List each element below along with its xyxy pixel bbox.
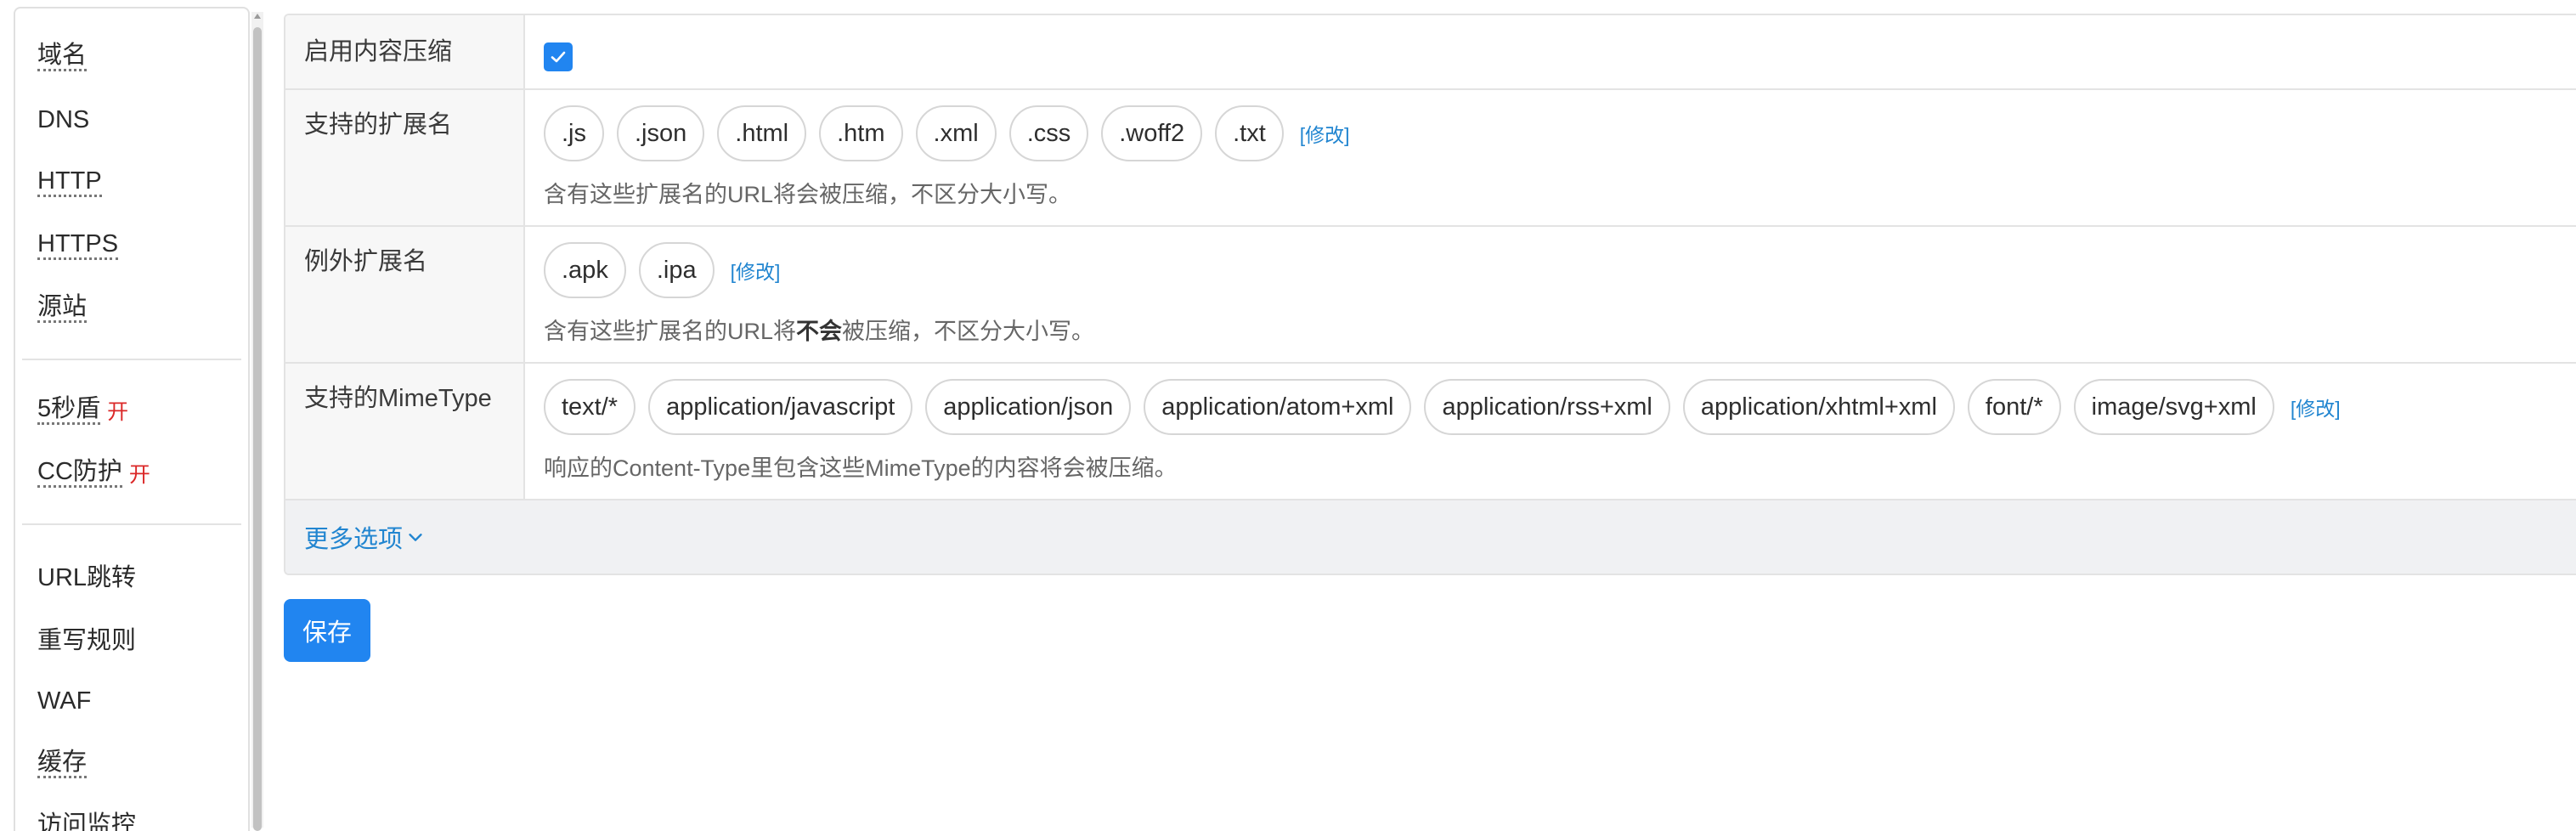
- row-mimetypes: 支持的MimeType text/* application/javascrip…: [285, 364, 2576, 501]
- sidebar-item-dns[interactable]: DNS: [15, 88, 248, 151]
- row-supported-extensions: 支持的扩展名 .js .json .html .htm .xml .css .w…: [285, 90, 2576, 228]
- more-options-label: 更多选项: [304, 526, 404, 554]
- row-except-extensions: 例外扩展名 .apk .ipa [修改] 含有这些扩展名的URL将不会被压缩，不…: [285, 227, 2576, 365]
- field-value: [525, 15, 2576, 88]
- compression-settings-form: 启用内容压缩 支持的扩展名 .js .json .html .htm .xml: [284, 14, 2576, 663]
- field-label: 例外扩展名: [285, 227, 525, 363]
- sidebar-item-label: URL跳转: [37, 564, 137, 591]
- mimetype-tag: application/json: [925, 379, 1132, 436]
- comment-text: 被压缩，不区分大小写。: [842, 319, 1095, 345]
- row-more-options: 更多选项: [285, 500, 2576, 574]
- extension-tag: .xml: [915, 105, 997, 161]
- mimetype-tag: application/xhtml+xml: [1682, 379, 1955, 436]
- field-value: .js .json .html .htm .xml .css .woff2 .t…: [525, 90, 2576, 225]
- modify-except-extensions-link[interactable]: [修改]: [731, 256, 781, 285]
- sidebar-item-waf[interactable]: WAF: [15, 670, 248, 732]
- chevron-down-icon: [409, 534, 422, 542]
- sidebar-item-https[interactable]: HTTPS: [15, 214, 248, 277]
- sidebar-item-label: WAF: [37, 687, 92, 715]
- status-badge: 开: [128, 463, 150, 487]
- sidebar-item-rewrite-rules[interactable]: 重写规则: [15, 607, 248, 670]
- except-extension-tag: .ipa: [638, 242, 715, 299]
- mimetype-tags: text/* application/javascript applicatio…: [544, 379, 2576, 436]
- scrollbar-thumb[interactable]: [253, 27, 262, 831]
- extension-tag: .json: [617, 105, 705, 161]
- sidebar-item-origin[interactable]: 源站: [15, 277, 248, 340]
- sidebar-item-cache[interactable]: 缓存: [15, 732, 248, 795]
- mimetype-tag: application/rss+xml: [1424, 379, 1670, 436]
- mimetype-tag: application/atom+xml: [1144, 379, 1412, 436]
- more-options-toggle[interactable]: 更多选项: [304, 519, 425, 555]
- extension-tags: .js .json .html .htm .xml .css .woff2 .t…: [544, 105, 2576, 161]
- extension-tag: .woff2: [1101, 105, 1203, 161]
- sidebar-divider: [22, 359, 241, 360]
- sidebar-item-5s-shield[interactable]: 5秒盾 开: [15, 379, 248, 442]
- sidebar-item-access-monitor[interactable]: 访问监控: [15, 795, 248, 831]
- except-extension-tag: .apk: [544, 242, 626, 299]
- sidebar-menu: 域名 DNS HTTP HTTPS 源站 5秒盾 开 CC防护 开 URL跳转 …: [14, 7, 250, 831]
- sidebar-item-label: 重写规则: [37, 627, 137, 654]
- sidebar-item-label: 源站: [37, 293, 88, 324]
- enable-compression-checkbox[interactable]: [544, 42, 573, 71]
- sidebar-item-label: 访问监控: [37, 811, 136, 831]
- field-comment: 响应的Content-Type里包含这些MimeType的内容将会被压缩。: [544, 455, 1178, 482]
- sidebar-item-cc-protection[interactable]: CC防护 开: [15, 442, 248, 505]
- extension-tag: .css: [1008, 105, 1089, 161]
- settings-table: 启用内容压缩 支持的扩展名 .js .json .html .htm .xml: [284, 14, 2576, 576]
- status-badge: 开: [107, 400, 129, 424]
- mimetype-tag: application/javascript: [648, 379, 913, 436]
- check-icon: [551, 51, 566, 63]
- field-label: 支持的扩展名: [285, 90, 525, 226]
- sidebar-item-label: HTTPS: [37, 230, 119, 261]
- save-button[interactable]: 保存: [284, 599, 370, 663]
- modify-mimetypes-link[interactable]: [修改]: [2291, 393, 2341, 421]
- sidebar-item-label: CC防护: [37, 458, 122, 489]
- field-value: .apk .ipa [修改] 含有这些扩展名的URL将不会被压缩，不区分大小写。: [525, 227, 2576, 362]
- sidebar-scrollbar[interactable]: [251, 12, 263, 831]
- sidebar-item-label: DNS: [37, 105, 90, 133]
- mimetype-tag: text/*: [544, 379, 636, 436]
- field-label: 启用内容压缩: [285, 15, 525, 88]
- field-comment: 含有这些扩展名的URL将不会被压缩，不区分大小写。: [544, 317, 2576, 347]
- extension-tag: .js: [544, 105, 604, 161]
- sidebar-item-http[interactable]: HTTP: [15, 151, 248, 214]
- mimetype-tag: image/svg+xml: [2073, 379, 2274, 436]
- sidebar-item-label: HTTP: [37, 167, 102, 198]
- sidebar-divider: [22, 523, 241, 525]
- row-enable-compression: 启用内容压缩: [285, 15, 2576, 90]
- sidebar-item-label: 缓存: [37, 749, 88, 779]
- comment-emphasis: 不会: [796, 319, 843, 345]
- modify-extensions-link[interactable]: [修改]: [1300, 119, 1350, 148]
- mimetype-tag: font/*: [1967, 379, 2061, 436]
- comment-text: 含有这些扩展名的URL将: [544, 319, 797, 345]
- field-value: text/* application/javascript applicatio…: [525, 364, 2576, 499]
- extension-tag: .html: [717, 105, 807, 161]
- sidebar-item-domain[interactable]: 域名: [15, 25, 248, 88]
- field-label: 支持的MimeType: [285, 364, 525, 500]
- sidebar-item-label: 域名: [37, 42, 88, 72]
- field-comment: 含有这些扩展名的URL将会被压缩，不区分大小写。: [544, 182, 1072, 207]
- sidebar-item-url-redirect[interactable]: URL跳转: [15, 544, 248, 607]
- extension-tag: .txt: [1215, 105, 1284, 161]
- extension-tag: .htm: [819, 105, 903, 161]
- except-extension-tags: .apk .ipa [修改]: [544, 242, 2576, 299]
- scroll-up-arrow-icon[interactable]: [254, 14, 261, 19]
- sidebar-item-label: 5秒盾: [37, 395, 101, 426]
